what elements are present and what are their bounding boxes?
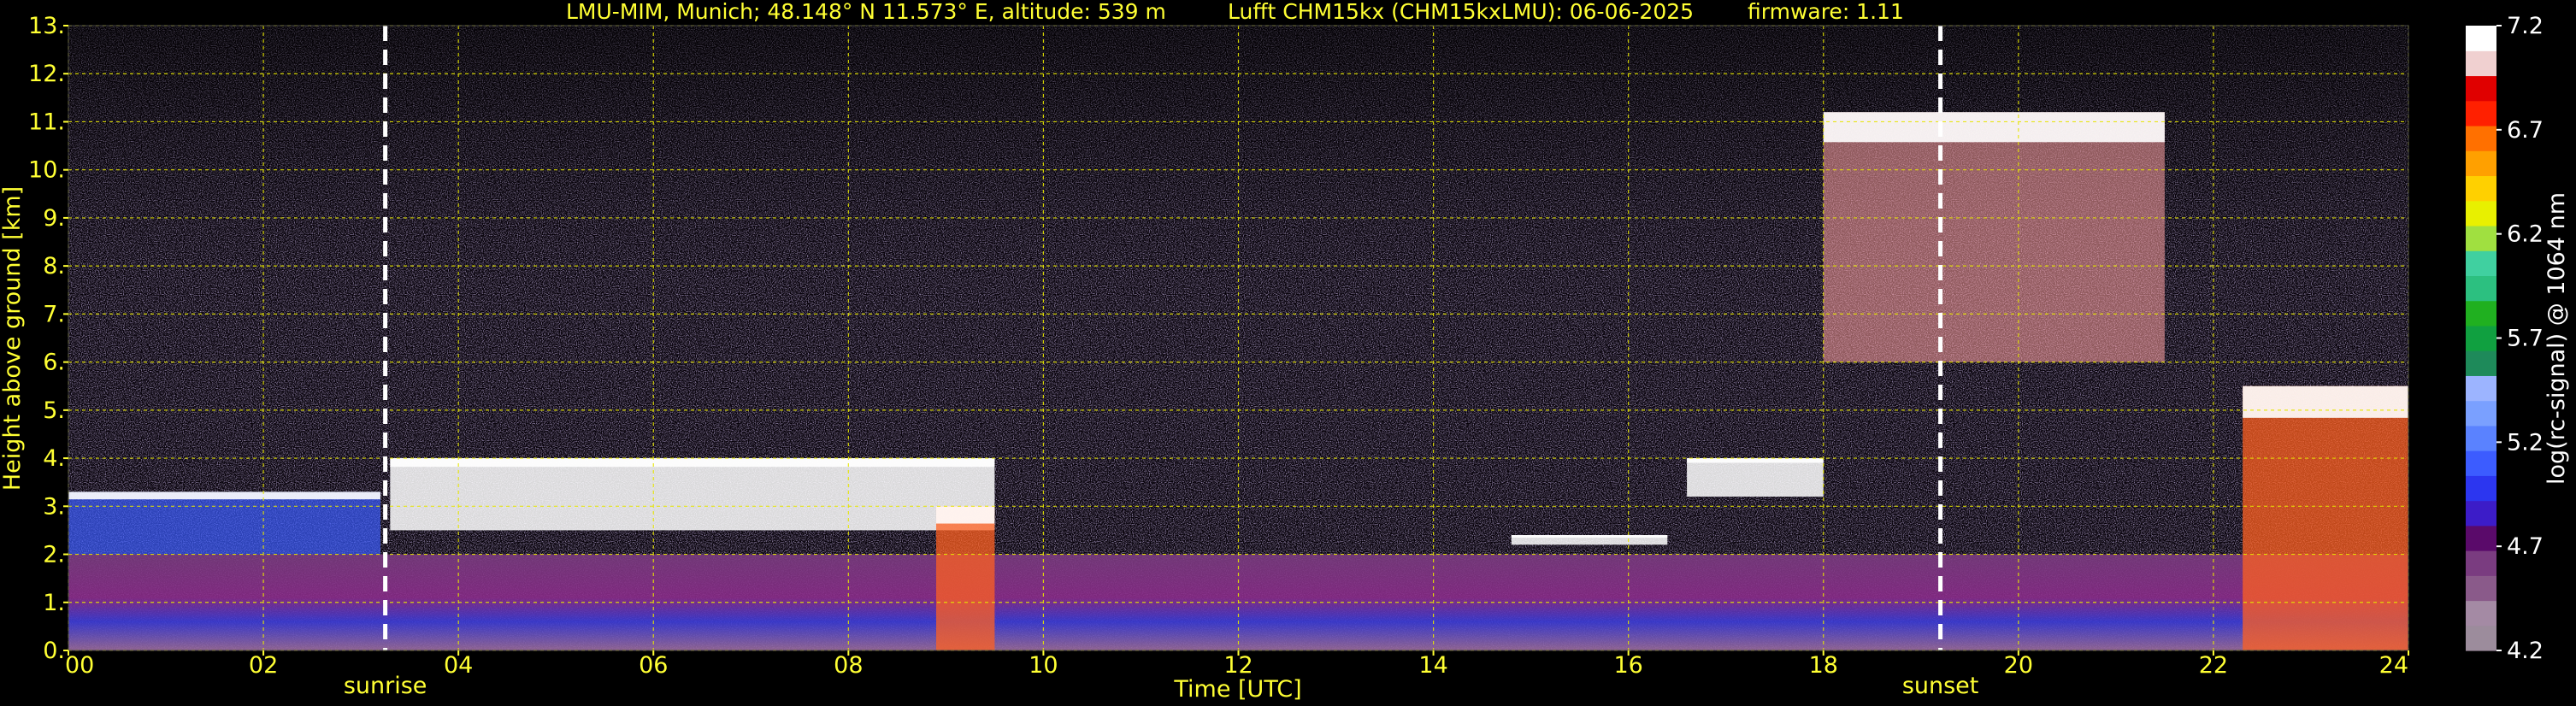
colorbar-segment [2466,625,2496,651]
signal-feature [390,458,995,531]
y-tick-label: 12. [28,61,65,87]
colorbar-tick-label: 4.2 [2507,638,2544,664]
signal-feature [68,491,380,555]
y-tick-label: 10. [28,157,65,184]
colorbar-segment [2466,575,2496,602]
feature-edge [390,458,995,468]
x-tick-label: 04 [444,652,473,679]
y-tick-label: 0. [43,638,65,664]
colorbar-segment [2466,225,2496,251]
signal-feature [935,506,995,650]
x-tick-label: 22 [2199,652,2228,679]
colorbar-ticks: 4.2 4.7 5.2 5.7 6.2 6.7 7.2 [2496,13,2544,664]
x-tick-label: 18 [1809,652,1838,679]
colorbar-tick-label: 5.7 [2507,326,2544,352]
colorbar-segment [2466,125,2496,151]
colorbar-segment [2466,275,2496,302]
colorbar-segment [2466,325,2496,351]
colorbar-segment [2466,550,2496,576]
x-tick-label: 10 [1029,652,1058,679]
colorbar-tick-label: 4.7 [2507,533,2544,560]
x-tick-label: 14 [1418,652,1447,679]
y-tick-label: 9. [43,205,65,232]
colorbar-segment [2466,600,2496,627]
y-tick-label: 5. [43,397,65,424]
y-axis-label: Height above ground [km] [0,186,26,491]
colorbar-tick-label: 7.2 [2507,13,2544,39]
y-tick-label: 3. [43,493,65,520]
colorbar-segment [2466,300,2496,327]
x-tick-label: 12 [1223,652,1253,679]
colorbar-segment [2466,525,2496,551]
y-tick-label: 1. [43,590,65,616]
x-tick-label: 24 [2379,652,2408,679]
colorbar-segment [2466,425,2496,451]
colorbar-tick-label: 6.7 [2507,117,2544,144]
feature-edge [1511,535,1668,538]
colorbar-tick-label: 5.2 [2507,429,2544,456]
y-tick-label: 6. [43,350,65,376]
x-tick-label: 02 [249,652,278,679]
colorbar-segment [2466,150,2496,177]
colorbar-segment [2466,200,2496,227]
y-tick-label: 2. [43,542,65,568]
header-instrument: Lufft CHM15kx (CHM15kxLMU): 06-06-2025 [1228,0,1694,24]
sunset-label: sunset [1902,673,1979,699]
colorbar-segment [2466,400,2496,427]
ceilometer-chart: LMU-MIM, Munich; 48.148° N 11.573° E, al… [0,0,2570,703]
colorbar-tick-label: 6.2 [2507,221,2544,248]
colorbar-segment [2466,75,2496,102]
x-tick-label: 08 [834,652,863,679]
feature-edge [1687,458,1824,463]
y-tick-label: 7. [43,301,65,327]
colorbar-segment [2466,26,2496,51]
feature-edge [2243,385,2408,418]
colorbar-segment [2466,375,2496,402]
x-tick-label: 00 [65,652,94,679]
x-tick-label: 16 [1613,652,1642,679]
signal-feature [2243,385,2408,650]
header-site: LMU-MIM, Munich; 48.148° N 11.573° E, al… [566,0,1166,24]
sunrise-label: sunrise [344,673,427,699]
plot-area: sunrise sunset [68,25,2409,699]
x-axis-label: Time [UTC] [1173,676,1301,703]
colorbar-segment [2466,350,2496,376]
colorbar-segment [2466,250,2496,276]
colorbar-segment [2466,500,2496,527]
x-tick-label: 06 [639,652,668,679]
y-tick-label: 8. [43,253,65,279]
y-tick-label: 11. [28,109,65,135]
colorbar-segment [2466,475,2496,502]
colorbar [2466,26,2496,651]
x-tick-label: 20 [2004,652,2033,679]
signal-feature [1687,458,1824,497]
y-tick-label: 13. [28,13,65,39]
feature-edge [935,506,995,524]
colorbar-segment [2466,100,2496,126]
colorbar-label: log(rc-signal) @ 1064 nm [2544,192,2570,485]
feature-edge [68,491,380,500]
colorbar-segment [2466,175,2496,202]
colorbar-segment [2466,450,2496,476]
header-firmware: firmware: 1.11 [1748,0,1904,24]
signal-feature [1823,112,2165,362]
y-axis-ticks: 0. 1. 2. 3. 4. 5. 6. 7. 8. 9. 10. 11. 12. 13. [28,13,68,664]
feature-edge [1823,112,2165,143]
y-tick-label: 4. [43,445,65,472]
colorbar-segment [2466,50,2496,77]
